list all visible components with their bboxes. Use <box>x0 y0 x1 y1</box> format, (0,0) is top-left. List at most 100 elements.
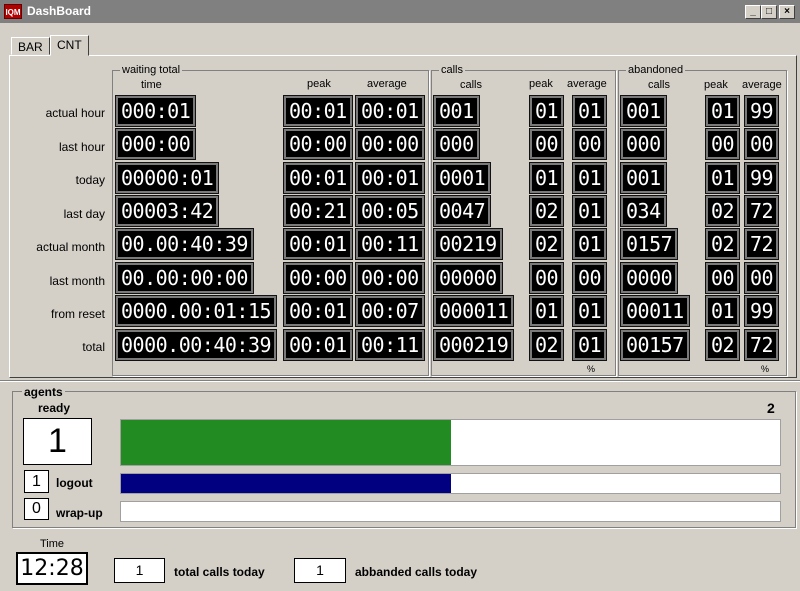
wrapup-label: wrap-up <box>56 506 103 520</box>
waiting-time-display: 0000.00:01:15 <box>114 295 278 327</box>
abandoned-calls-count: 1 <box>294 558 346 583</box>
waiting-total-title: waiting total <box>120 64 183 76</box>
calls-average-display: 01 <box>571 195 608 227</box>
calls-peak-display: 00 <box>528 262 565 294</box>
abandoned-count-display: 0000 <box>619 262 679 294</box>
abandoned-count-display: 000 <box>620 128 667 160</box>
col-header-average: average <box>567 78 607 90</box>
tab-bar[interactable]: BAR <box>11 37 50 55</box>
abandoned-average-display: 72 <box>743 329 780 361</box>
col-header-calls: calls <box>460 79 483 91</box>
calls-average-display: 00 <box>571 128 608 160</box>
abandoned-peak-display: 01 <box>704 295 741 327</box>
calls-count-display: 00000 <box>433 262 503 294</box>
time-label: Time <box>40 538 65 550</box>
abandoned-count-display: 00157 <box>620 329 690 361</box>
waiting-time-display: 00.00:00:00 <box>115 262 254 294</box>
row-label: today <box>75 173 105 187</box>
abandoned-average-display: 00 <box>743 128 780 160</box>
calls-peak-display: 00 <box>528 128 565 160</box>
waiting-time-display: 000:01 <box>114 95 197 127</box>
waiting-average-display: 00:01 <box>355 95 425 127</box>
tab-cnt[interactable]: CNT <box>50 35 89 56</box>
calls-average-display: 01 <box>571 228 608 260</box>
minimize-button[interactable]: _ <box>745 5 761 19</box>
logout-count: 1 <box>24 470 49 493</box>
row-label: from reset <box>50 307 105 321</box>
logout-bar-fill <box>121 474 451 493</box>
abandoned-average-display: 72 <box>743 228 780 260</box>
waiting-peak-display: 00:01 <box>283 162 353 194</box>
abandoned-peak-display: 02 <box>704 329 741 361</box>
ready-label: ready <box>38 401 71 415</box>
calls-average-display: 00 <box>571 262 608 294</box>
calls-peak-display: 01 <box>528 95 565 127</box>
abandoned-peak-display: 00 <box>704 262 741 294</box>
calls-count-display: 0001 <box>432 162 492 194</box>
abandoned-percent-mark: % <box>761 364 770 374</box>
abandoned-peak-display: 00 <box>704 128 741 160</box>
ready-bar-fill <box>121 420 451 465</box>
abandoned-count-display: 001 <box>620 162 667 194</box>
waiting-time-display: 00000:01 <box>114 162 220 194</box>
row-label: last day <box>63 207 105 221</box>
agents-total: 2 <box>767 400 775 416</box>
waiting-peak-display: 00:01 <box>283 228 353 260</box>
agents-title: agents <box>22 385 65 399</box>
waiting-average-display: 00:00 <box>355 128 425 160</box>
waiting-time-display: 0000.00:40:39 <box>114 329 278 361</box>
waiting-peak-display: 00:21 <box>283 195 353 227</box>
calls-peak-display: 02 <box>528 195 565 227</box>
waiting-average-display: 00:01 <box>355 162 425 194</box>
abandoned-count-display: 0157 <box>619 228 679 260</box>
row-label: last hour <box>58 140 105 154</box>
calls-peak-display: 02 <box>528 228 565 260</box>
calls-count-display: 00219 <box>433 228 503 260</box>
waiting-peak-display: 00:01 <box>283 295 353 327</box>
abandoned-average-display: 99 <box>743 162 780 194</box>
waiting-average-display: 00:05 <box>355 195 425 227</box>
waiting-time-display: 00003:42 <box>114 195 220 227</box>
waiting-peak-display: 00:00 <box>283 262 353 294</box>
wrapup-bar <box>120 501 781 522</box>
col-header-average: average <box>742 79 782 91</box>
waiting-average-display: 00:00 <box>355 262 425 294</box>
row-label: last month <box>49 274 105 288</box>
title-bar: IQM DashBoard _ □ × <box>0 0 800 23</box>
calls-peak-display: 01 <box>528 162 565 194</box>
calls-count-display: 0047 <box>432 195 492 227</box>
row-label: total <box>82 340 105 354</box>
abandoned-peak-display: 02 <box>704 228 741 260</box>
window-title: DashBoard <box>27 4 92 18</box>
row-label: actual month <box>36 240 105 254</box>
waiting-time-display: 000:00 <box>114 128 197 160</box>
calls-average-display: 01 <box>571 295 608 327</box>
abandoned-count-display: 034 <box>620 195 667 227</box>
calls-average-display: 01 <box>571 162 608 194</box>
abandoned-average-display: 99 <box>743 295 780 327</box>
abandoned-average-display: 72 <box>743 195 780 227</box>
abandoned-count-display: 00011 <box>620 295 690 327</box>
ready-count: 1 <box>23 418 92 465</box>
col-header-average: average <box>367 78 407 90</box>
calls-average-display: 01 <box>571 329 608 361</box>
total-calls-count: 1 <box>114 558 165 583</box>
waiting-average-display: 00:07 <box>355 295 425 327</box>
maximize-button[interactable]: □ <box>761 5 777 19</box>
close-button[interactable]: × <box>779 5 795 19</box>
wrapup-count: 0 <box>24 498 49 520</box>
abandoned-peak-display: 02 <box>704 195 741 227</box>
calls-average-display: 01 <box>571 95 608 127</box>
col-header-calls: calls <box>648 79 671 91</box>
abandoned-peak-display: 01 <box>704 95 741 127</box>
total-calls-label: total calls today <box>174 565 265 579</box>
col-header-time: time <box>141 79 162 91</box>
col-header-peak: peak <box>704 79 728 91</box>
abandoned-group-title: abandoned <box>626 64 686 76</box>
waiting-average-display: 00:11 <box>355 228 425 260</box>
waiting-peak-display: 00:00 <box>283 128 353 160</box>
abandoned-calls-label: abbanded calls today <box>355 565 478 579</box>
abandoned-peak-display: 01 <box>704 162 741 194</box>
calls-peak-display: 01 <box>528 295 565 327</box>
calls-count-display: 000 <box>433 128 480 160</box>
